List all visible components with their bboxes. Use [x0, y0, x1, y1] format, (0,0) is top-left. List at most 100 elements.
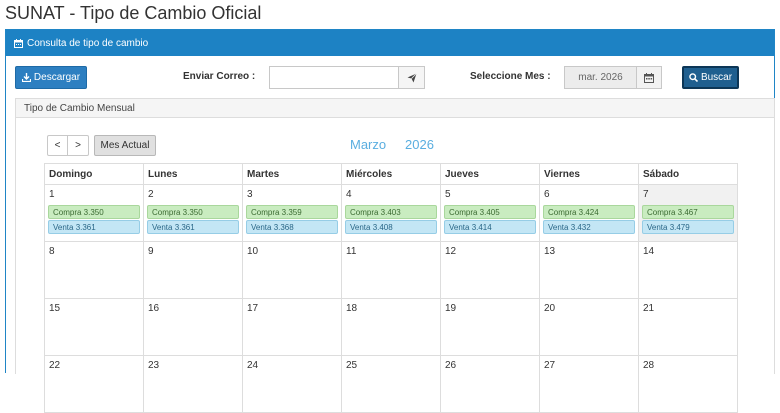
day-number: 23: [148, 360, 160, 371]
weekday-header: Miércoles: [341, 163, 441, 185]
calendar-day-cell[interactable]: 13: [539, 241, 639, 299]
calendar-day-cell[interactable]: 9: [143, 241, 243, 299]
calendar-day-cell[interactable]: 19: [440, 298, 540, 356]
search-icon: [689, 73, 698, 82]
day-number: 9: [148, 246, 154, 257]
compra-badge: Compra 3.403: [345, 205, 437, 219]
day-number: 15: [49, 303, 61, 314]
compra-badge: Compra 3.424: [543, 205, 635, 219]
calendar-week-row: 22 23 24 25 26 27 28: [44, 355, 738, 413]
weekday-header: Martes: [242, 163, 342, 185]
calendar-day-cell[interactable]: 17: [242, 298, 342, 356]
day-number: 2: [148, 189, 154, 200]
weekday-header: Sábado: [638, 163, 738, 185]
day-number: 1: [49, 189, 55, 200]
calendar-day-cell[interactable]: 28: [638, 355, 738, 413]
compra-badge: Compra 3.359: [246, 205, 338, 219]
panel-header: Consulta de tipo de cambio: [6, 30, 774, 56]
day-number: 12: [445, 246, 457, 257]
day-number: 5: [445, 189, 451, 200]
calendar-icon: [644, 72, 654, 83]
day-number: 16: [148, 303, 160, 314]
calendar-day-cell[interactable]: 27: [539, 355, 639, 413]
prev-month-button[interactable]: <: [47, 135, 68, 156]
day-number: 18: [346, 303, 358, 314]
day-number: 13: [544, 246, 556, 257]
weekday-header-row: Domingo Lunes Martes Miércoles Jueves Vi…: [44, 163, 738, 185]
month-picker-button[interactable]: [637, 66, 662, 89]
venta-badge: Venta 3.368: [246, 220, 338, 234]
day-number: 26: [445, 360, 457, 371]
venta-badge: Venta 3.432: [543, 220, 635, 234]
month-label: Seleccione Mes :: [470, 71, 551, 82]
calendar-week-row: 1 Compra 3.350 Venta 3.361 2 Compra 3.35…: [44, 184, 738, 242]
day-number: 28: [643, 360, 655, 371]
day-number: 11: [346, 246, 357, 257]
calendar-day-cell[interactable]: 10: [242, 241, 342, 299]
exchange-rate-panel: Consulta de tipo de cambio Descargar Env…: [5, 29, 775, 413]
compra-badge: Compra 3.405: [444, 205, 536, 219]
weekday-header: Domingo: [44, 163, 144, 185]
calendar-day-cell[interactable]: 25: [341, 355, 441, 413]
day-number: 3: [247, 189, 253, 200]
month-input[interactable]: mar. 2026: [564, 66, 637, 89]
monthly-rate-section: Tipo de Cambio Mensual < > Mes Actual Ma…: [15, 98, 775, 413]
day-number: 8: [49, 246, 55, 257]
calendar-day-cell[interactable]: 23: [143, 355, 243, 413]
calendar-week-row: 15 16 17 18 19 20 21: [44, 298, 738, 356]
calendar-day-cell[interactable]: 24: [242, 355, 342, 413]
calendar-day-cell[interactable]: 21: [638, 298, 738, 356]
calendar-day-cell[interactable]: 22: [44, 355, 144, 413]
weekday-header: Lunes: [143, 163, 243, 185]
search-label: Buscar: [700, 72, 733, 83]
calendar-day-cell[interactable]: 14: [638, 241, 738, 299]
download-button[interactable]: Descargar: [15, 66, 87, 89]
send-email-button[interactable]: [399, 66, 425, 89]
calendar-day-cell[interactable]: 11: [341, 241, 441, 299]
panel-header-title: Consulta de tipo de cambio: [27, 37, 149, 49]
calendar-day-cell[interactable]: 3 Compra 3.359 Venta 3.368: [242, 184, 342, 242]
day-number: 19: [445, 303, 457, 314]
calendar-day-cell[interactable]: 5 Compra 3.405 Venta 3.414: [440, 184, 540, 242]
day-number: 10: [247, 246, 259, 257]
compra-badge: Compra 3.350: [147, 205, 239, 219]
venta-badge: Venta 3.408: [345, 220, 437, 234]
search-button[interactable]: Buscar: [682, 66, 739, 89]
venta-badge: Venta 3.361: [48, 220, 140, 234]
compra-badge: Compra 3.350: [48, 205, 140, 219]
compra-badge: Compra 3.467: [642, 205, 734, 219]
day-number: 4: [346, 189, 352, 200]
day-number: 14: [643, 246, 655, 257]
day-number: 25: [346, 360, 358, 371]
calendar-month-name: Marzo: [350, 137, 387, 152]
day-number: 27: [544, 360, 556, 371]
email-input[interactable]: [269, 66, 399, 89]
day-number: 7: [643, 189, 649, 200]
calendar-day-cell[interactable]: 2 Compra 3.350 Venta 3.361: [143, 184, 243, 242]
calendar-day-cell[interactable]: 6 Compra 3.424 Venta 3.432: [539, 184, 639, 242]
calendar-day-cell[interactable]: 8: [44, 241, 144, 299]
weekday-header: Viernes: [539, 163, 639, 185]
calendar-day-cell[interactable]: 18: [341, 298, 441, 356]
download-label: Descargar: [33, 72, 81, 83]
calendar-day-cell[interactable]: 20: [539, 298, 639, 356]
next-month-button[interactable]: >: [68, 135, 89, 156]
day-number: 20: [544, 303, 556, 314]
calendar-week-row: 8 9 10 11 12 13 14: [44, 241, 738, 299]
calendar-nav: < > Mes Actual: [47, 135, 156, 156]
paper-plane-icon: [407, 72, 417, 83]
current-month-button[interactable]: Mes Actual: [94, 135, 156, 156]
calendar-year: 2026: [405, 137, 434, 152]
email-label: Enviar Correo :: [183, 71, 256, 82]
section-title: Tipo de Cambio Mensual: [16, 99, 774, 118]
calendar-day-cell[interactable]: 12: [440, 241, 540, 299]
toolbar: Descargar Enviar Correo : Seleccione Mes…: [6, 66, 774, 92]
download-icon: [21, 73, 31, 82]
calendar-day-cell[interactable]: 15: [44, 298, 144, 356]
calendar-day-cell[interactable]: 1 Compra 3.350 Venta 3.361: [44, 184, 144, 242]
calendar-day-cell-today[interactable]: 7 Compra 3.467 Venta 3.479: [638, 184, 738, 242]
calendar-day-cell[interactable]: 26: [440, 355, 540, 413]
calendar-day-cell[interactable]: 16: [143, 298, 243, 356]
day-number: 17: [247, 303, 259, 314]
calendar-day-cell[interactable]: 4 Compra 3.403 Venta 3.408: [341, 184, 441, 242]
